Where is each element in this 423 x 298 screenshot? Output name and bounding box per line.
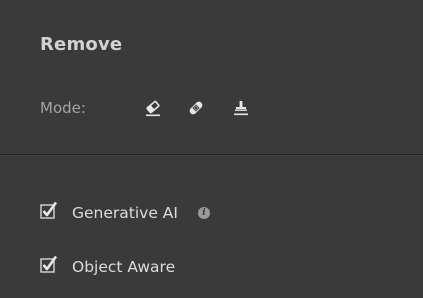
- clone-stamp-icon: [232, 99, 250, 117]
- object-aware-option[interactable]: Object Aware: [40, 255, 175, 279]
- generative-ai-checkbox[interactable]: [40, 201, 58, 219]
- mode-heal-button[interactable]: [185, 97, 207, 119]
- mode-eraser-button[interactable]: [142, 97, 164, 119]
- panel-title: Remove: [40, 34, 123, 55]
- remove-panel: Remove Mode: Generative AI i Object Awar…: [0, 0, 423, 298]
- section-divider-highlight: [0, 155, 423, 156]
- eraser-icon: [144, 99, 162, 117]
- object-aware-label: Object Aware: [72, 258, 176, 276]
- mode-row: Mode:: [40, 97, 86, 119]
- generative-ai-label: Generative AI: [72, 204, 178, 222]
- generative-ai-option[interactable]: Generative AI i: [40, 201, 210, 225]
- mode-label: Mode:: [40, 99, 86, 117]
- object-aware-checkbox[interactable]: [40, 255, 58, 273]
- bandage-icon: [187, 99, 205, 117]
- info-icon[interactable]: i: [197, 207, 210, 219]
- mode-clone-button[interactable]: [230, 97, 252, 119]
